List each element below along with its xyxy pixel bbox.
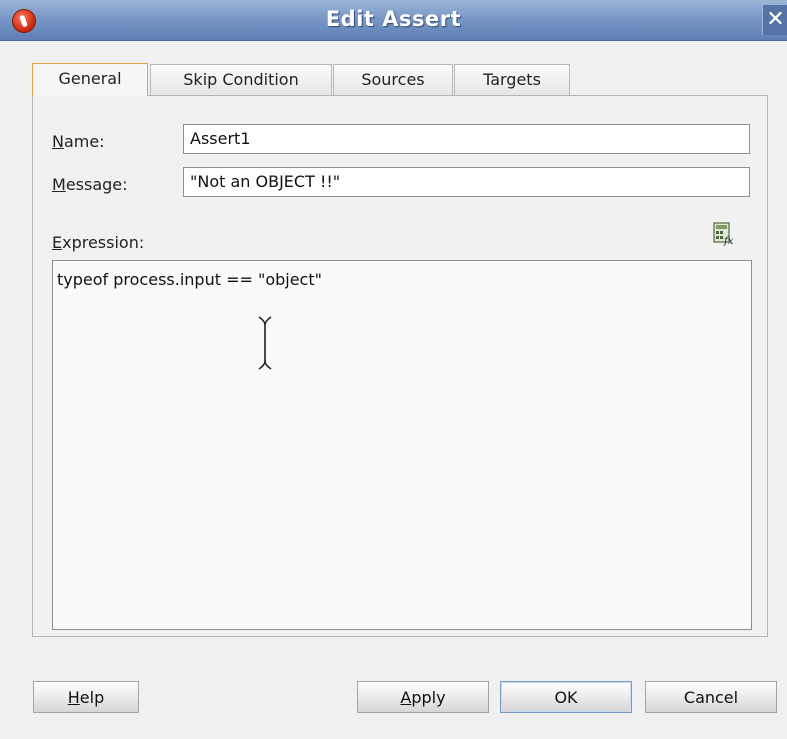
close-button[interactable]: ✕ [762,5,787,35]
tab-general[interactable]: General [32,63,148,96]
apply-button[interactable]: Apply [357,681,489,713]
svg-text:fx: fx [723,236,734,246]
ok-button[interactable]: OK [500,681,632,713]
window-title: Edit Assert [325,7,462,31]
expression-label: Expression: [52,233,145,252]
text-cursor-icon [258,316,272,370]
edit-assert-dialog: Edit Assert ✕ General Skip Condition Sou… [0,0,787,739]
message-label: Message: [52,175,128,194]
help-button[interactable]: Help [33,681,139,713]
tab-sources[interactable]: Sources [333,64,453,95]
expression-builder-icon[interactable]: fx [713,222,735,246]
name-field[interactable] [183,124,750,154]
message-field[interactable] [183,167,750,197]
title-bar[interactable]: Edit Assert ✕ [0,0,787,41]
tab-skip-condition[interactable]: Skip Condition [150,64,332,95]
expression-editor[interactable]: typeof process.input == "object" [52,260,752,630]
cancel-button[interactable]: Cancel [645,681,777,713]
tab-targets[interactable]: Targets [454,64,570,95]
name-label: Name: [52,132,105,151]
